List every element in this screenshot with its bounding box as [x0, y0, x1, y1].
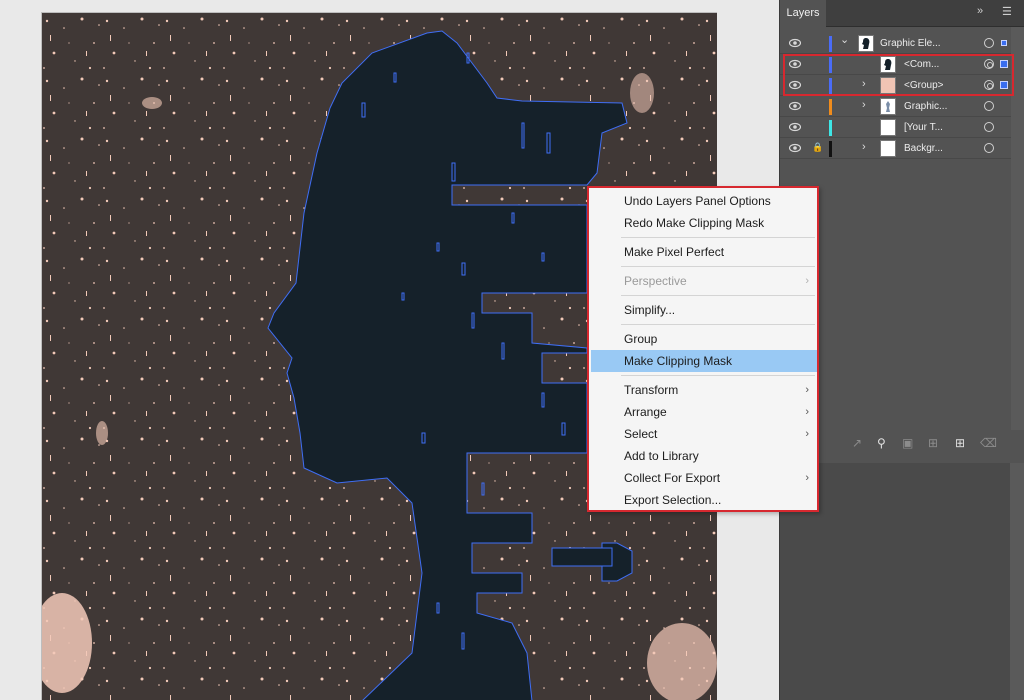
- menu-item-label: Make Clipping Mask: [624, 354, 733, 368]
- export-icon[interactable]: ↗: [852, 436, 862, 450]
- menu-item-simplify[interactable]: Simplify...: [591, 299, 817, 321]
- menu-item-label: Simplify...: [624, 303, 676, 317]
- chevron-down-icon[interactable]: ⌄: [840, 33, 849, 46]
- layer-thumbnail: [880, 140, 896, 157]
- menu-item-label: Undo Layers Panel Options: [624, 194, 771, 208]
- visibility-eye-icon[interactable]: [789, 101, 801, 111]
- menu-item-label: Collect For Export: [624, 471, 721, 485]
- menu-separator: [621, 266, 815, 267]
- panel-header: Layers » ☰: [780, 0, 1024, 27]
- menu-separator: [621, 375, 815, 376]
- collapse-panel-icon[interactable]: »: [977, 5, 983, 17]
- menu-item-undo-layers-panel-options[interactable]: Undo Layers Panel Options: [591, 190, 817, 212]
- new-layer-icon[interactable]: ⊞: [955, 436, 965, 450]
- visibility-eye-icon[interactable]: [789, 122, 801, 132]
- menu-item-collect-for-export[interactable]: Collect For Export ›: [591, 467, 817, 489]
- menu-item-label: Perspective: [624, 274, 687, 288]
- menu-separator: [621, 324, 815, 325]
- menu-separator: [621, 237, 815, 238]
- layer-color-bar: [829, 99, 832, 115]
- chevron-right-icon[interactable]: ›: [862, 99, 866, 111]
- submenu-arrow-icon: ›: [805, 428, 809, 440]
- search-icon[interactable]: ⚲: [877, 436, 886, 450]
- menu-item-transform[interactable]: Transform ›: [591, 379, 817, 401]
- menu-item-arrange[interactable]: Arrange ›: [591, 401, 817, 423]
- target-icon[interactable]: [984, 143, 994, 153]
- target-icon[interactable]: [984, 38, 994, 48]
- layer-thumbnail: [880, 98, 896, 115]
- context-menu: Undo Layers Panel Options Redo Make Clipp…: [587, 186, 819, 512]
- layer-row[interactable]: 🔒 › Backgr...: [780, 138, 1011, 159]
- menu-item-label: Select: [624, 427, 658, 441]
- menu-item-label: Transform: [624, 383, 679, 397]
- layer-color-bar: [829, 120, 832, 136]
- layer-name[interactable]: [Your T...: [904, 122, 943, 133]
- menu-item-perspective[interactable]: Perspective ›: [591, 270, 817, 292]
- panel-scrollbar-track[interactable]: [1010, 463, 1024, 700]
- submenu-arrow-icon: ›: [805, 406, 809, 418]
- layer-row[interactable]: [Your T...: [780, 117, 1011, 138]
- menu-item-label: Arrange: [624, 405, 667, 419]
- chevron-right-icon[interactable]: ›: [862, 141, 866, 153]
- clipping-mask-icon[interactable]: ▣: [902, 436, 913, 450]
- visibility-eye-icon[interactable]: [789, 38, 801, 48]
- submenu-arrow-icon: ›: [805, 384, 809, 396]
- menu-item-make-clipping-mask[interactable]: Make Clipping Mask: [591, 350, 817, 372]
- visibility-eye-icon[interactable]: [789, 143, 801, 153]
- layer-row[interactable]: ⌄ Graphic Ele...: [780, 33, 1011, 54]
- layer-thumbnail: [858, 35, 874, 52]
- menu-item-make-pixel-perfect[interactable]: Make Pixel Perfect: [591, 241, 817, 263]
- menu-item-export-selection[interactable]: Export Selection...: [591, 489, 817, 511]
- menu-item-redo-make-clipping-mask[interactable]: Redo Make Clipping Mask: [591, 212, 817, 234]
- layer-color-bar: [829, 141, 832, 157]
- menu-separator: [621, 295, 815, 296]
- layer-color-bar: [829, 36, 832, 52]
- delete-icon[interactable]: ⌫: [980, 436, 997, 450]
- lock-icon[interactable]: 🔒: [812, 142, 823, 153]
- layer-thumbnail: [880, 119, 896, 136]
- menu-item-select[interactable]: Select ›: [591, 423, 817, 445]
- menu-item-label: Redo Make Clipping Mask: [624, 216, 765, 230]
- menu-item-add-to-library[interactable]: Add to Library: [591, 445, 817, 467]
- new-sublayer-icon[interactable]: ⊞: [928, 436, 938, 450]
- submenu-arrow-icon: ›: [805, 275, 809, 287]
- target-icon[interactable]: [984, 122, 994, 132]
- selected-layers-highlight: [783, 54, 1014, 96]
- menu-item-label: Make Pixel Perfect: [624, 245, 725, 259]
- layer-name[interactable]: Backgr...: [904, 143, 943, 154]
- tab-layers[interactable]: Layers: [780, 0, 826, 27]
- menu-item-label: Group: [624, 332, 658, 346]
- menu-item-group[interactable]: Group: [591, 328, 817, 350]
- submenu-arrow-icon: ›: [805, 472, 809, 484]
- target-icon[interactable]: [984, 101, 994, 111]
- layer-row[interactable]: › Graphic...: [780, 96, 1011, 117]
- selection-indicator[interactable]: [1001, 40, 1007, 46]
- layer-name[interactable]: Graphic...: [904, 101, 947, 112]
- layer-name[interactable]: Graphic Ele...: [880, 38, 941, 49]
- panel-menu-icon[interactable]: ☰: [1002, 5, 1012, 18]
- menu-item-label: Export Selection...: [624, 493, 722, 507]
- menu-item-label: Add to Library: [624, 449, 699, 463]
